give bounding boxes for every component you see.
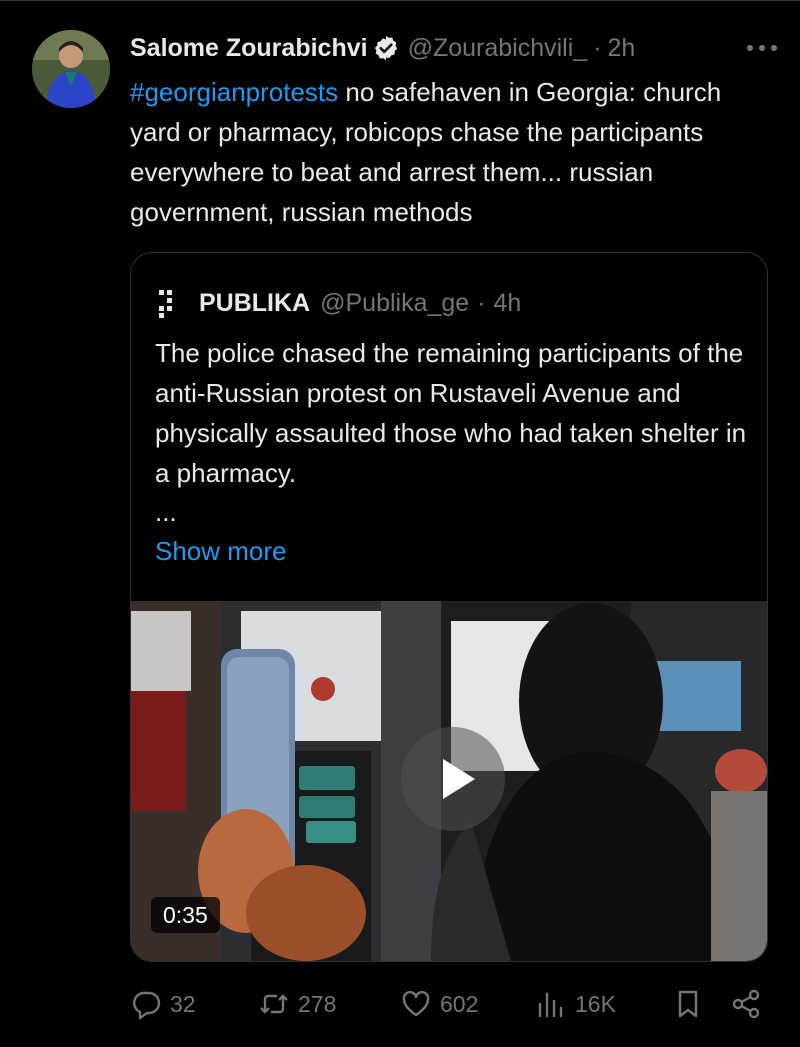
tweet-actions-bar: 32 278 602 16K	[130, 982, 770, 1026]
publika-logo-icon	[159, 290, 172, 318]
views-icon	[538, 992, 563, 1018]
views-count: 16K	[575, 990, 616, 1017]
video-player[interactable]: 0:35	[131, 601, 767, 961]
top-divider	[0, 0, 800, 1]
bookmark-icon	[678, 990, 698, 1018]
verified-badge-icon	[374, 35, 397, 61]
quoted-tweet[interactable]: PUBLIKA @Publika_ge · 4h The police chas…	[130, 252, 768, 962]
quoted-author-name[interactable]: PUBLIKA	[199, 289, 310, 318]
quoted-tweet-header: PUBLIKA @Publika_ge · 4h	[155, 283, 521, 323]
repost-count: 278	[298, 990, 337, 1017]
bookmark-button[interactable]	[672, 982, 704, 1026]
like-count: 602	[440, 990, 479, 1017]
reply-icon	[133, 991, 161, 1020]
author-name[interactable]: Salome Zourabichvi	[130, 28, 368, 68]
views-button[interactable]: 16K	[535, 982, 616, 1026]
play-icon	[443, 759, 475, 799]
separator-dot: ·	[593, 34, 602, 62]
quoted-tweet-time[interactable]: 4h	[494, 289, 522, 318]
repost-icon	[260, 994, 288, 1014]
share-button[interactable]	[730, 982, 762, 1026]
quoted-separator-dot: ·	[477, 288, 486, 317]
author-handle[interactable]: @Zourabichvili_	[408, 28, 588, 68]
share-icon	[732, 989, 760, 1019]
quoted-tweet-text: The police chased the remaining particip…	[155, 338, 747, 488]
heart-icon	[402, 990, 430, 1017]
quoted-text-ellipsis: ...	[155, 497, 177, 527]
avatar[interactable]	[32, 30, 110, 108]
reply-count: 32	[170, 990, 196, 1017]
reply-button[interactable]: 32	[130, 982, 196, 1026]
hashtag-link[interactable]: #georgianprotests	[130, 77, 338, 107]
tweet-time[interactable]: 2h	[608, 28, 636, 68]
repost-button[interactable]: 278	[258, 982, 336, 1026]
more-icon[interactable]	[744, 40, 780, 56]
quoted-author-handle[interactable]: @Publika_ge	[320, 289, 469, 318]
play-button[interactable]	[401, 727, 505, 831]
avatar-image	[32, 30, 110, 108]
video-duration-badge: 0:35	[151, 897, 220, 933]
show-more-link[interactable]: Show more	[155, 533, 287, 569]
tweet-text: #georgianprotests no safehaven in Georgi…	[130, 72, 770, 232]
like-button[interactable]: 602	[400, 982, 478, 1026]
tweet-header: Salome Zourabichvi @Zourabichvili_ · 2h	[130, 28, 780, 68]
